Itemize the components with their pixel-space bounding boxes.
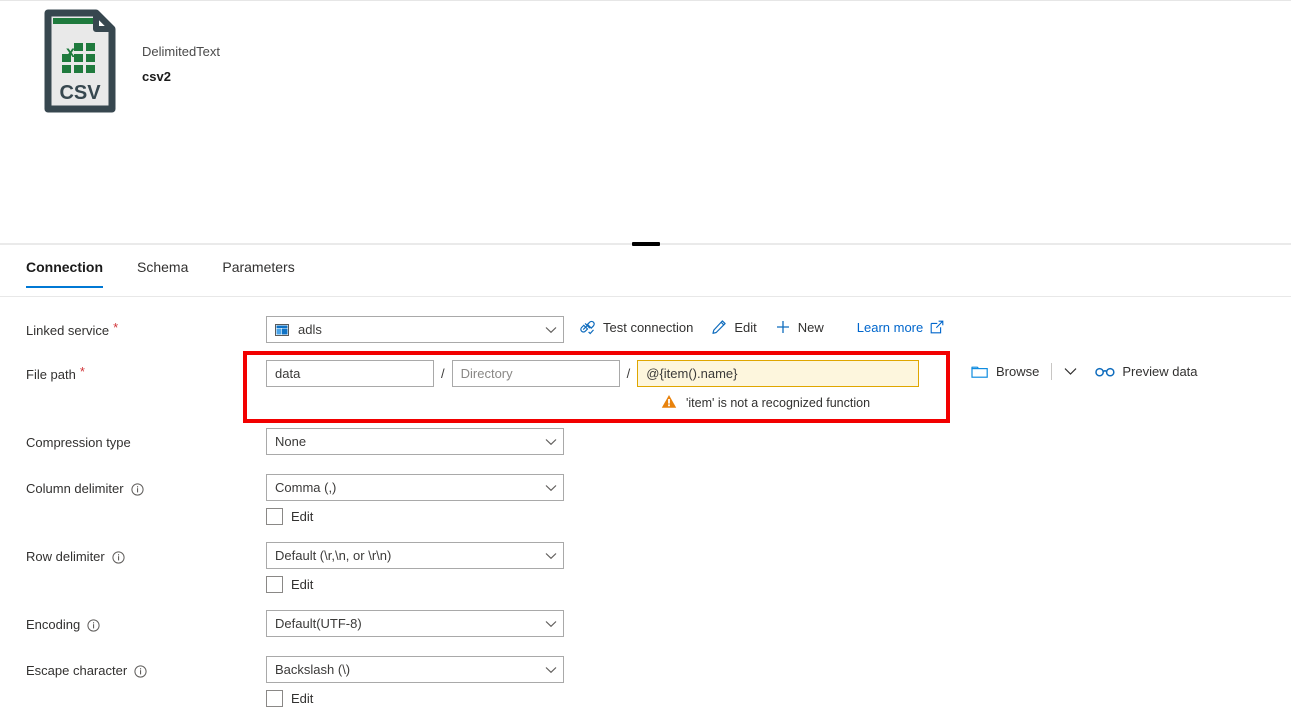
info-icon[interactable] [130,482,144,496]
chevron-down-icon [545,620,557,628]
browse-button[interactable]: Browse [971,364,1039,379]
compression-type-label-text: Compression type [26,435,131,450]
entity-summary: x CSV DelimitedText csv2 [44,9,220,113]
preview-data-label: Preview data [1122,364,1198,379]
escape-character-edit-label: Edit [291,691,314,706]
chevron-down-icon [1064,367,1077,376]
tab-parameters[interactable]: Parameters [222,252,294,290]
linked-service-dropdown[interactable]: adls [266,316,564,343]
file-path-warning-text: 'item' is not a recognized function [686,396,871,410]
chevron-down-icon [545,552,557,560]
required-asterisk: * [79,364,85,379]
learn-more-label: Learn more [856,319,924,335]
plug-check-icon [579,319,596,335]
path-separator: / [626,366,631,381]
row-delimiter-edit-checkbox[interactable] [266,576,283,593]
external-link-icon [930,320,944,334]
preview-data-button[interactable]: Preview data [1095,364,1198,379]
column-delimiter-label: Column delimiter [0,474,266,499]
browse-dropdown-button[interactable] [1064,367,1077,376]
action-divider [1051,363,1053,380]
entity-type-label: DelimitedText [142,44,221,59]
connection-form: Linked service * adls Test connection Ed… [0,298,1291,724]
file-path-directory-input[interactable] [451,360,620,387]
linked-service-actions: Test connection Edit New Learn more [579,319,962,335]
linked-service-label-text: Linked service [26,323,110,338]
row-delimiter-edit-label: Edit [291,577,314,592]
required-asterisk: * [113,320,119,335]
field-row-column-delimiter: Column delimiter Comma (,) Edit [0,474,1291,525]
chevron-down-icon [545,666,557,674]
field-row-linked-service: Linked service * adls Test connection Ed… [0,316,1291,346]
file-path-file-input[interactable] [637,360,920,387]
file-path-label: File path * [0,360,266,385]
escape-character-label: Escape character [0,656,266,681]
entity-header: x CSV DelimitedText csv2 [0,1,1291,244]
column-delimiter-edit-row: Edit [266,508,1291,525]
glasses-icon [1095,365,1115,378]
row-delimiter-value: Default (\r,\n, or \r\n) [275,548,392,563]
pencil-icon [711,319,727,335]
column-delimiter-dropdown[interactable]: Comma (,) [266,474,564,501]
column-delimiter-edit-checkbox[interactable] [266,508,283,525]
column-delimiter-value: Comma (,) [275,480,337,495]
plus-icon [775,319,791,335]
field-row-encoding: Encoding Default(UTF-8) [0,610,1291,640]
info-icon[interactable] [112,550,125,564]
escape-character-value: Backslash (\) [275,662,351,677]
browse-label: Browse [996,364,1040,379]
info-icon[interactable] [134,664,147,678]
column-delimiter-edit-label: Edit [291,509,314,524]
field-row-row-delimiter: Row delimiter Default (\r,\n, or \r\n) E… [0,542,1291,593]
info-icon[interactable] [87,618,100,632]
learn-more-link[interactable]: Learn more [857,320,944,335]
tab-schema[interactable]: Schema [137,252,188,290]
row-delimiter-label-text: Row delimiter [26,549,105,564]
linked-service-value: adls [298,322,322,337]
column-delimiter-label-text: Column delimiter [26,481,124,496]
field-row-compression-type: Compression type None [0,428,1291,458]
path-separator: / [441,366,445,381]
chevron-down-icon [545,326,557,334]
svg-text:CSV: CSV [59,82,101,104]
new-linked-service-button[interactable]: New [775,319,824,335]
encoding-label: Encoding [0,610,266,635]
field-row-escape-character: Escape character Backslash (\) Edit [0,656,1291,707]
file-path-label-text: File path [26,367,76,382]
warning-triangle-icon [661,394,677,412]
test-connection-button[interactable]: Test connection [579,319,693,335]
csv-file-icon: x CSV [44,9,116,113]
tab-bar: Connection Schema Parameters [0,245,1291,297]
compression-type-label: Compression type [0,428,266,453]
edit-linked-service-button[interactable]: Edit [711,319,757,335]
escape-character-label-text: Escape character [26,663,128,678]
compression-type-dropdown[interactable]: None [266,428,564,455]
file-path-actions: Browse Preview data [971,363,1216,380]
azure-service-icon [275,323,289,336]
row-delimiter-dropdown[interactable]: Default (\r,\n, or \r\n) [266,542,564,569]
file-path-container-input[interactable] [266,360,434,387]
escape-character-edit-row: Edit [266,690,1291,707]
folder-icon [971,364,989,379]
file-path-warning: 'item' is not a recognized function [661,394,1291,412]
encoding-dropdown[interactable]: Default(UTF-8) [266,610,564,637]
linked-service-label: Linked service * [0,316,266,341]
test-connection-label: Test connection [603,319,694,335]
new-linked-service-label: New [797,319,824,335]
tab-connection[interactable]: Connection [26,252,103,290]
chevron-down-icon [545,438,557,446]
row-delimiter-edit-row: Edit [266,576,1291,593]
field-row-file-path: File path * / / 'item' is not a [0,360,1291,412]
compression-type-value: None [275,434,307,449]
chevron-down-icon [545,484,557,492]
escape-character-dropdown[interactable]: Backslash (\) [266,656,564,683]
entity-name: csv2 [142,69,171,84]
row-delimiter-label: Row delimiter [0,542,266,567]
encoding-label-text: Encoding [26,617,81,632]
escape-character-edit-checkbox[interactable] [266,690,283,707]
edit-linked-service-label: Edit [734,319,757,335]
encoding-value: Default(UTF-8) [275,616,362,631]
